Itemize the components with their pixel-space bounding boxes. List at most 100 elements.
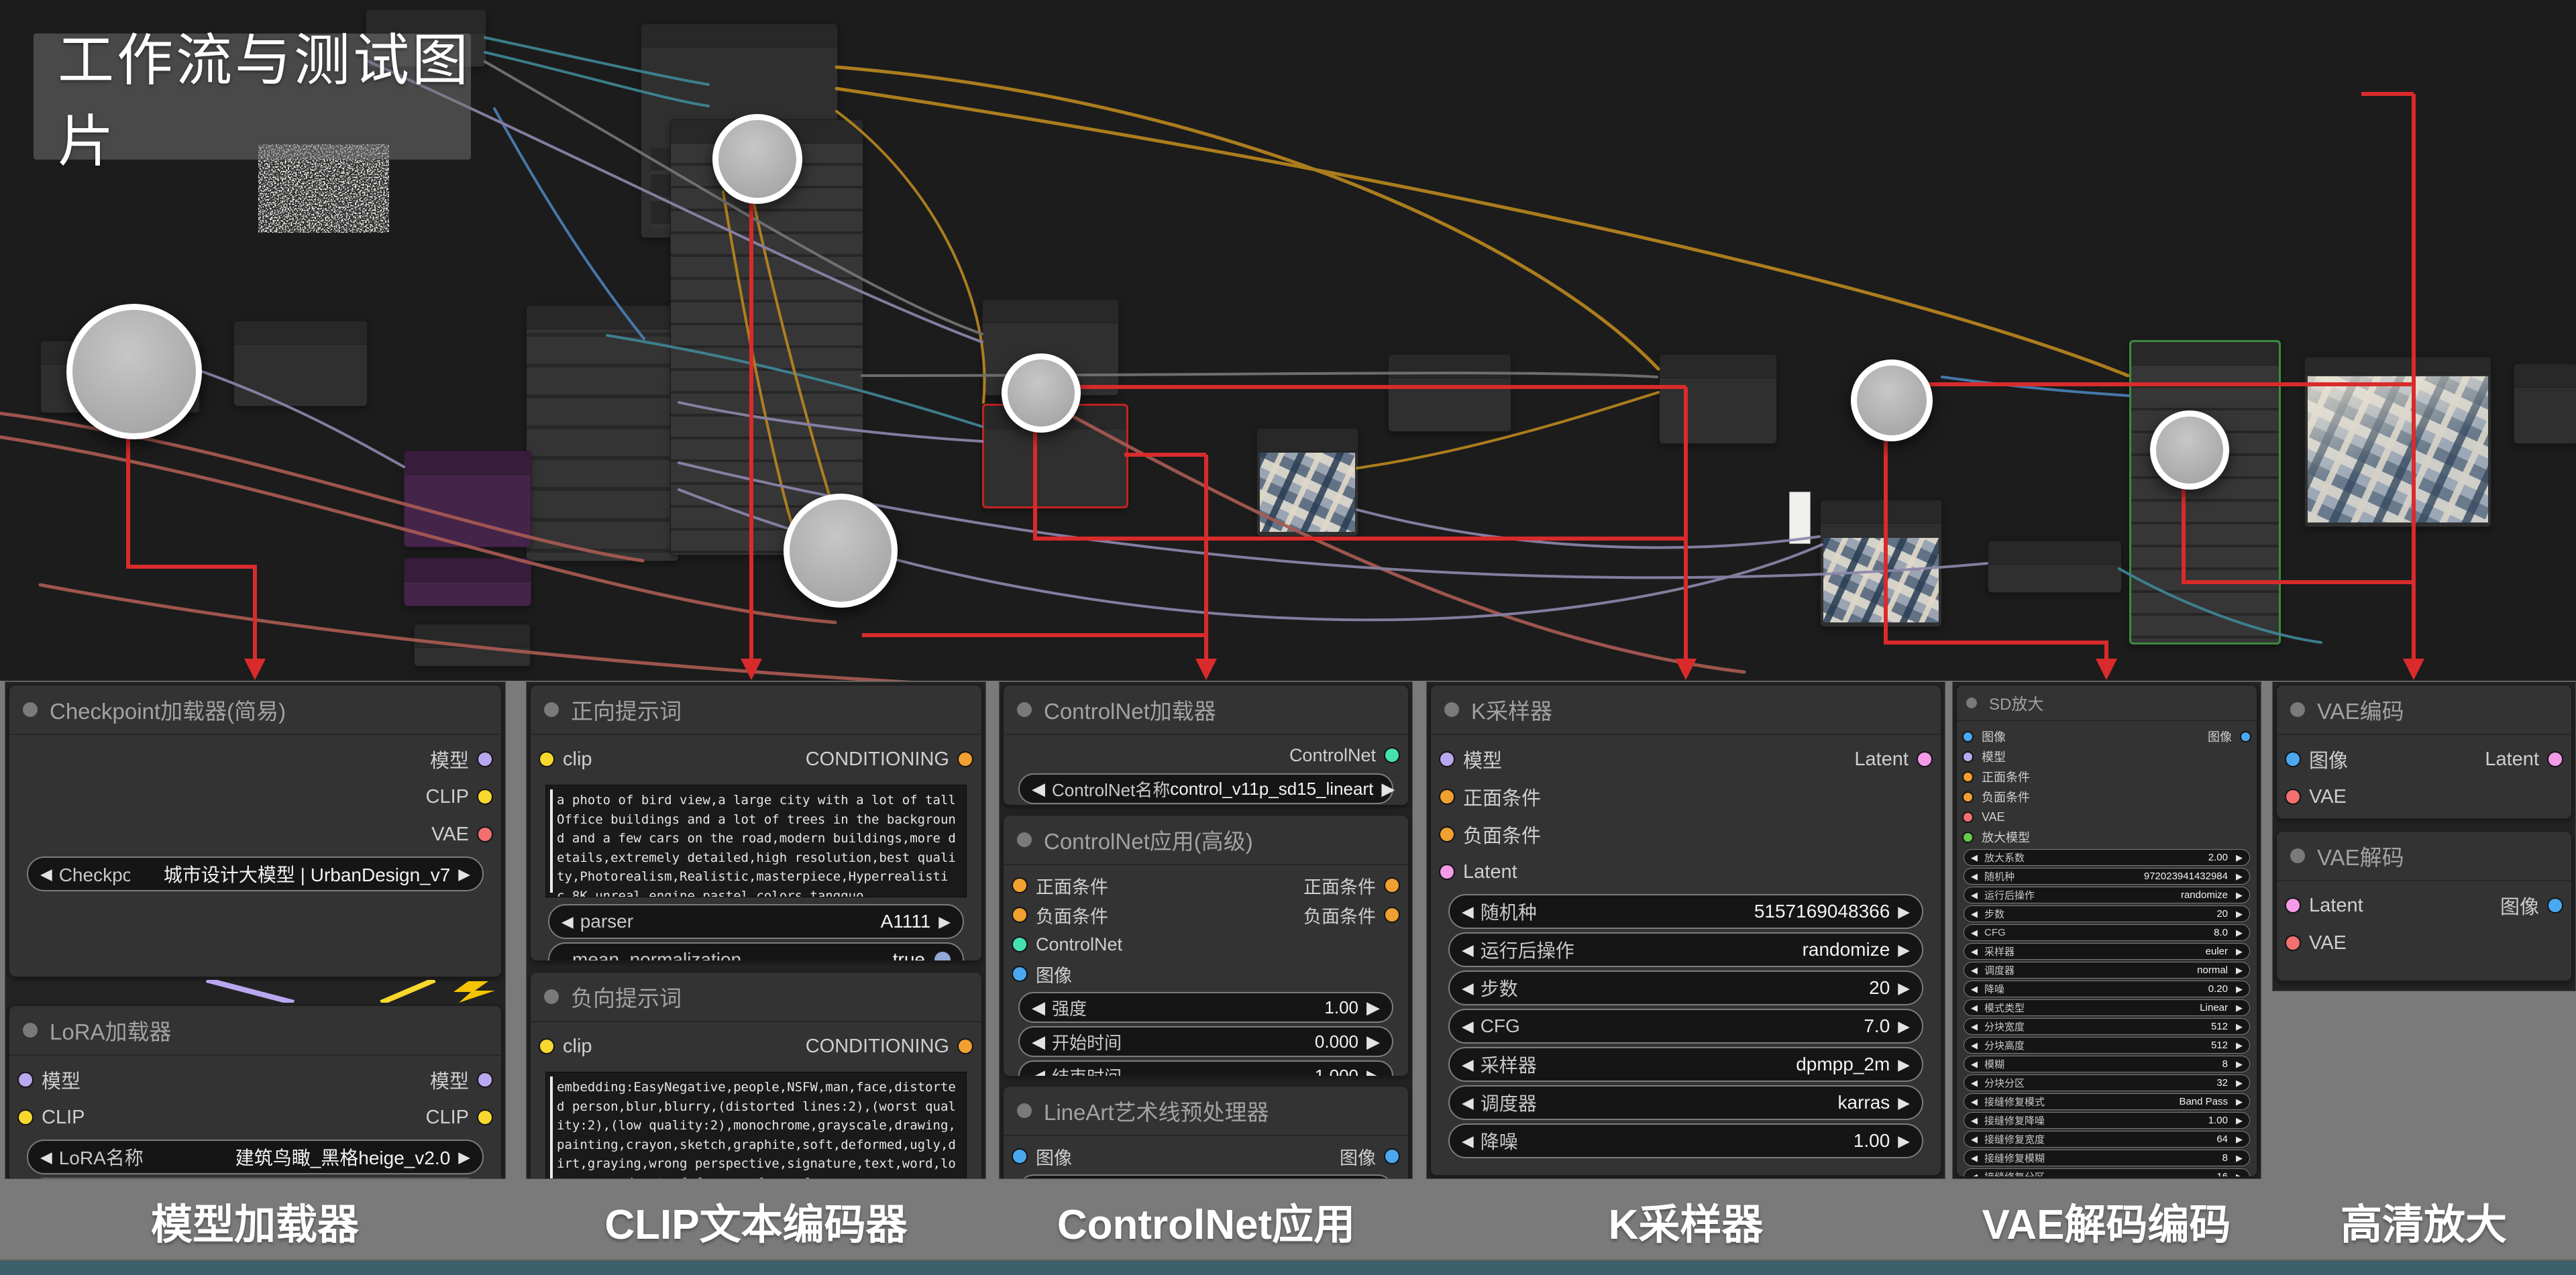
port-dot[interactable] <box>478 1073 492 1087</box>
arrow-left-icon[interactable]: ◀ <box>1462 903 1474 921</box>
arrow-right-icon[interactable]: ▶ <box>1366 1066 1380 1077</box>
node-VAE解码[interactable]: VAE解码Latent图像VAE <box>2276 831 2572 981</box>
arrow-left-icon[interactable]: ◀ <box>1971 1059 1978 1070</box>
node-collapse-dot[interactable] <box>1444 702 1459 717</box>
combo-widget[interactable]: ◀分块分区32▶ <box>1964 1074 2250 1091</box>
input-port[interactable]: 负面条件 <box>1964 788 2030 806</box>
output-port[interactable]: ControlNet <box>1289 745 1399 766</box>
combo-widget[interactable]: ◀调度器karras▶ <box>1448 1085 1923 1120</box>
arrow-right-icon[interactable]: ▶ <box>2236 1115 2243 1126</box>
arrow-left-icon[interactable]: ◀ <box>1971 1097 1978 1107</box>
input-port[interactable]: 负面条件 <box>1013 902 1108 928</box>
port-dot[interactable] <box>1964 833 1972 842</box>
input-port[interactable]: 模型 <box>1440 745 1502 773</box>
arrow-left-icon[interactable]: ◀ <box>1971 1172 1978 1178</box>
arrow-right-icon[interactable]: ▶ <box>1381 779 1395 799</box>
port-dot[interactable] <box>1440 828 1454 841</box>
arrow-right-icon[interactable]: ▶ <box>2236 1021 2243 1032</box>
arrow-right-icon[interactable]: ▶ <box>2236 1134 2243 1145</box>
input-port[interactable]: VAE <box>1964 810 2005 824</box>
input-port[interactable]: ControlNet <box>1013 934 1122 955</box>
arrow-right-icon[interactable]: ▶ <box>2236 1078 2243 1089</box>
port-dot[interactable] <box>1013 1150 1026 1163</box>
arrow-right-icon[interactable]: ▶ <box>2236 909 2243 920</box>
node-collapse-dot[interactable] <box>1017 1103 1032 1118</box>
arrow-right-icon[interactable]: ▶ <box>2236 965 2243 976</box>
input-port[interactable]: VAE <box>2286 932 2347 954</box>
node-LineArt艺术线预处理器[interactable]: LineArt艺术线预处理器图像图像◀粗糙化disable▶◀分辨率512▶ <box>1003 1086 1409 1179</box>
input-port[interactable]: 正面条件 <box>1013 873 1108 899</box>
node-collapse-dot[interactable] <box>2290 702 2305 717</box>
arrow-right-icon[interactable]: ▶ <box>2236 946 2243 957</box>
workflow-graph[interactable]: 工作流与测试图片 <box>0 0 2576 681</box>
port-dot[interactable] <box>2286 899 2300 912</box>
output-port[interactable]: 图像 <box>2208 728 2250 745</box>
output-port[interactable]: CONDITIONING <box>806 1036 972 1058</box>
arrow-right-icon[interactable]: ▶ <box>458 865 470 883</box>
port-dot[interactable] <box>2286 936 2300 950</box>
port-dot[interactable] <box>478 753 492 766</box>
port-dot[interactable] <box>2286 790 2300 803</box>
arrow-left-icon[interactable]: ◀ <box>561 913 574 931</box>
combo-widget[interactable]: ◀模型强度0.10▶ <box>27 1178 484 1179</box>
input-port[interactable]: 正面条件 <box>1440 783 1541 811</box>
output-port[interactable]: 正面条件 <box>1303 873 1399 899</box>
node-SD放大[interactable]: SD放大图像图像模型正面条件负面条件VAE放大模型◀放大系数2.00▶◀随机种9… <box>1956 685 2257 1177</box>
arrow-left-icon[interactable]: ◀ <box>1971 1153 1978 1164</box>
arrow-left-icon[interactable]: ◀ <box>1971 1040 1978 1051</box>
port-dot[interactable] <box>1440 790 1454 803</box>
arrow-left-icon[interactable]: ◀ <box>1971 928 1978 938</box>
arrow-left-icon[interactable]: ◀ <box>1032 779 1045 799</box>
combo-widget[interactable]: ◀粗糙化disable▶ <box>1018 1174 1393 1179</box>
arrow-left-icon[interactable]: ◀ <box>1971 1003 1978 1013</box>
node-ControlNet应用(高级)[interactable]: ControlNet应用(高级)正面条件正面条件负面条件负面条件ControlN… <box>1003 815 1409 1076</box>
arrow-right-icon[interactable]: ▶ <box>1898 1094 1910 1112</box>
port-dot[interactable] <box>1440 865 1454 879</box>
node-header[interactable]: K采样器 <box>1431 685 1941 735</box>
node-header[interactable]: SD放大 <box>1957 685 2257 721</box>
combo-widget[interactable]: ◀采样器dpmpp_2m▶ <box>1448 1047 1923 1082</box>
arrow-left-icon[interactable]: ◀ <box>1032 1066 1045 1077</box>
input-port[interactable]: Latent <box>2286 895 2363 917</box>
combo-widget[interactable]: ◀模糊8▶ <box>1964 1056 2250 1072</box>
port-dot[interactable] <box>478 1111 492 1124</box>
combo-widget[interactable]: ◀调度器normal▶ <box>1964 962 2250 979</box>
combo-widget[interactable]: ◀接缝修复模糊8▶ <box>1964 1150 2250 1166</box>
port-dot[interactable] <box>478 828 492 841</box>
port-dot[interactable] <box>19 1111 32 1124</box>
arrow-right-icon[interactable]: ▶ <box>1366 1032 1380 1052</box>
port-dot[interactable] <box>1013 967 1026 981</box>
arrow-right-icon[interactable]: ▶ <box>1898 1056 1910 1074</box>
port-dot[interactable] <box>959 1040 972 1053</box>
combo-widget[interactable]: ◀分块宽度512▶ <box>1964 1018 2250 1035</box>
node-Checkpoint加载器(简易)[interactable]: Checkpoint加载器(简易)模型CLIPVAE◀Checkpoint名称城… <box>9 685 502 977</box>
toggle-widget[interactable]: mean_normalizationtrue <box>548 942 964 961</box>
combo-widget[interactable]: ◀CFG7.0▶ <box>1448 1009 1923 1044</box>
node-collapse-dot[interactable] <box>544 989 559 1004</box>
arrow-left-icon[interactable]: ◀ <box>1971 946 1978 957</box>
output-port[interactable]: Latent <box>2485 749 2562 771</box>
node-header[interactable]: Checkpoint加载器(简易) <box>9 685 501 735</box>
port-dot[interactable] <box>1385 1150 1399 1163</box>
arrow-left-icon[interactable]: ◀ <box>1032 1032 1045 1052</box>
input-port[interactable]: 模型 <box>1964 748 2006 765</box>
combo-widget[interactable]: ◀分块高度512▶ <box>1964 1037 2250 1054</box>
combo-widget[interactable]: ◀随机种5157169048366▶ <box>1448 894 1923 929</box>
port-dot[interactable] <box>2241 732 2250 741</box>
input-port[interactable]: 正面条件 <box>1964 768 2030 785</box>
port-dot[interactable] <box>1440 753 1454 766</box>
combo-widget[interactable]: ◀运行后操作randomize▶ <box>1448 932 1923 967</box>
port-dot[interactable] <box>1964 793 1972 801</box>
port-dot[interactable] <box>1964 773 1972 781</box>
node-LoRA加载器[interactable]: LoRA加载器模型模型CLIPCLIP◀LoRA名称建筑鸟瞰_黑格heige_v… <box>9 1005 502 1179</box>
arrow-right-icon[interactable]: ▶ <box>938 913 951 931</box>
arrow-right-icon[interactable]: ▶ <box>1898 1017 1910 1036</box>
node-collapse-dot[interactable] <box>2290 848 2305 863</box>
arrow-left-icon[interactable]: ◀ <box>1971 852 1978 863</box>
arrow-left-icon[interactable]: ◀ <box>1971 909 1978 920</box>
port-dot[interactable] <box>1385 749 1399 762</box>
prompt-textarea[interactable]: a photo of bird view,a large city with a… <box>545 785 967 897</box>
arrow-left-icon[interactable]: ◀ <box>1971 1134 1978 1145</box>
node-正向提示词[interactable]: 正向提示词clipCONDITIONINGa photo of bird vie… <box>530 685 982 961</box>
node-ControlNet加载器[interactable]: ControlNet加载器ControlNet◀ControlNet名称cont… <box>1003 685 1409 806</box>
